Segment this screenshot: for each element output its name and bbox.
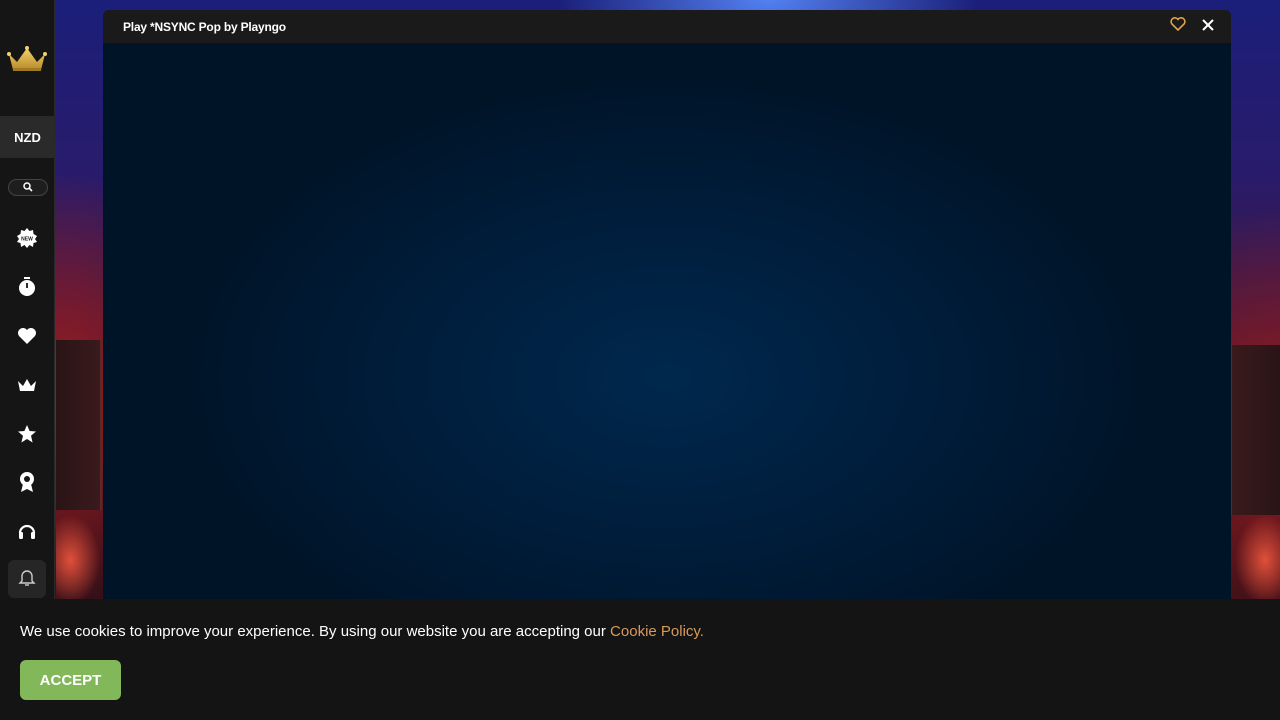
favorites-button[interactable] [14,325,40,351]
currency-selector[interactable]: NZD [0,116,55,158]
favorite-game-button[interactable] [1169,17,1187,36]
accept-cookies-button[interactable]: ACCEPT [20,660,121,700]
search-button[interactable] [8,179,48,196]
cookie-policy-link[interactable]: Cookie Policy. [610,623,704,640]
cookie-message: We use cookies to improve your experienc… [20,623,704,640]
crowd-left [56,500,104,600]
game-title: Play *NSYNC Pop by Playngo [123,19,286,34]
stopwatch-icon [18,276,36,302]
speaker-left [56,340,102,510]
bell-icon [18,568,36,591]
new-badge-icon: NEW [17,227,37,253]
cookie-message-text: We use cookies to improve your experienc… [20,623,606,640]
rewards-button[interactable] [14,471,40,497]
search-icon [23,179,33,197]
cookie-banner [0,599,1280,720]
game-header: Play *NSYNC Pop by Playngo [103,10,1231,43]
headset-icon [17,521,37,546]
popular-button[interactable] [14,423,40,449]
speaker-right [1230,345,1280,515]
close-game-button[interactable] [1199,18,1217,36]
sidebar: NZD NEW [0,0,55,600]
new-games-button[interactable]: NEW [14,227,40,253]
award-icon [18,471,36,498]
heart-outline-icon [1170,17,1186,36]
crown-icon [17,377,37,398]
heart-icon [17,327,37,350]
game-header-actions [1169,17,1217,36]
game-frame[interactable] [103,43,1231,600]
vip-button[interactable] [14,374,40,400]
support-button[interactable] [14,520,40,546]
game-window: Play *NSYNC Pop by Playngo [103,10,1231,600]
crown-logo-icon[interactable] [7,44,47,74]
star-icon [17,424,37,449]
close-icon [1202,18,1214,36]
crowd-right [1230,500,1280,600]
svg-text:NEW: NEW [21,236,33,242]
recent-games-button[interactable] [14,276,40,302]
notifications-button[interactable] [8,560,46,598]
